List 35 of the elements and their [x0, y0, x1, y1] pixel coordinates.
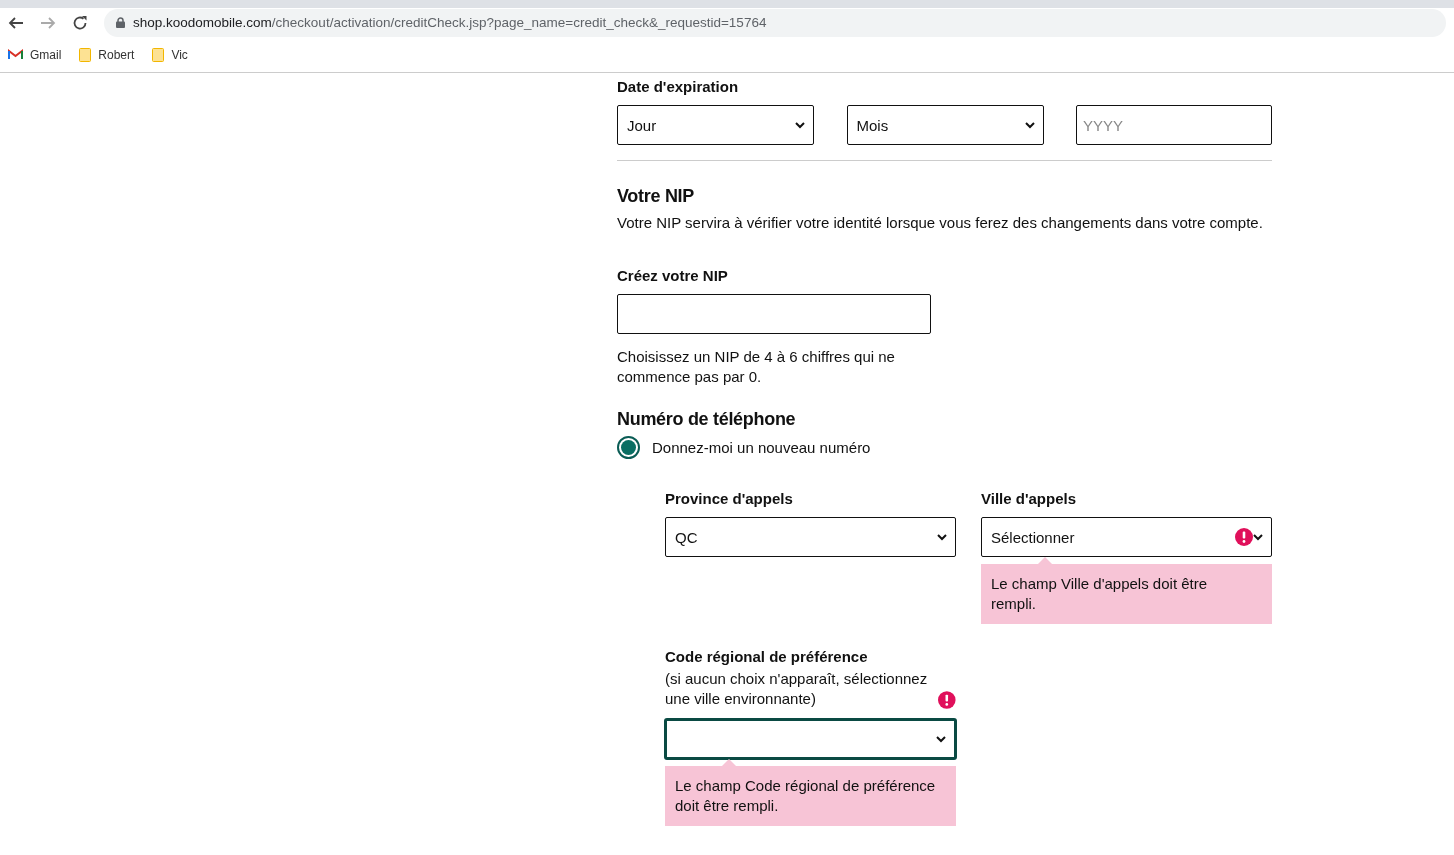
radio-label[interactable]: Donnez-moi un nouveau numéro: [652, 439, 871, 456]
address-bar[interactable]: shop.koodomobile.com/checkout/activation/creditCheck.jsp?page_name=credit_check&_requestid=15764: [104, 8, 1446, 37]
folder-icon: [79, 47, 92, 62]
chevron-down-icon: [1253, 533, 1263, 541]
field-label: Code régional de préférence: [665, 648, 869, 665]
bookmark-item[interactable]: Vic: [152, 47, 188, 62]
chevron-down-icon: [795, 121, 805, 129]
pin-hint: Choisissez un NIP de 4 à 6 chiffres qui ne commence pas par 0.: [617, 347, 896, 387]
error-message: Le champ Ville d'appels doit être rempli.: [981, 557, 1272, 624]
folder-icon: [152, 47, 165, 62]
pin-input[interactable]: [617, 294, 931, 334]
field-label: Date d'expiration: [617, 78, 740, 95]
year-input[interactable]: YYYY: [1076, 105, 1272, 145]
lock-icon: [116, 17, 125, 28]
error-message: Le champ Code régional de préférence doit être rempli.: [665, 759, 956, 826]
day-select[interactable]: Jour: [617, 105, 814, 145]
field-label: Créez votre NIP: [617, 267, 729, 284]
chevron-down-icon: [1024, 121, 1035, 129]
area-code-select[interactable]: [665, 719, 956, 759]
city-select[interactable]: Sélectionner: [981, 517, 1272, 557]
pin-description: Votre NIP servira à vérifier votre identité lorsque vous ferez des changements dans votre compte.: [617, 213, 1264, 233]
radio-button[interactable]: [617, 436, 640, 459]
field-label: Ville d'appels: [981, 490, 1077, 507]
chevron-down-icon: [936, 735, 946, 743]
field-label: Province d'appels: [665, 490, 794, 507]
month-select[interactable]: Mois: [846, 105, 1044, 145]
chevron-down-icon: [937, 533, 947, 541]
error-icon: [1235, 528, 1253, 546]
section-heading: Numéro de téléphone: [617, 409, 797, 430]
field-note: (si aucun choix n'apparaît, sélectionnez une ville environnante): [665, 669, 929, 709]
bookmark-item[interactable]: Robert: [79, 47, 135, 62]
section-heading: Votre NIP: [617, 186, 695, 207]
bookmark-item[interactable]: Gmail: [8, 47, 62, 62]
province-select[interactable]: QC: [665, 517, 956, 557]
mail-icon: [8, 49, 23, 60]
